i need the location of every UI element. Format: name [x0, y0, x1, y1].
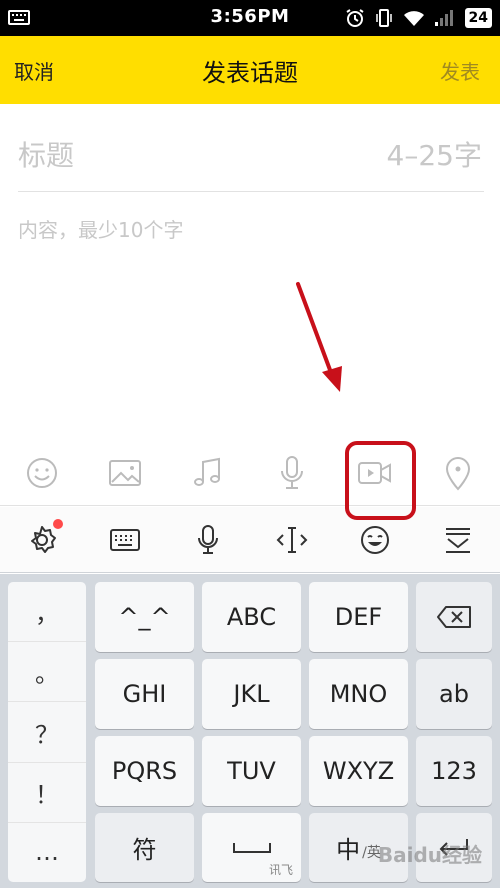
ime-keyboard: ， 。 ？ ！ … ^_^ ABC DEF GHI JKL MNO ab PQR…: [0, 574, 500, 888]
vibrate-icon: [375, 9, 392, 27]
key-pqrs[interactable]: PQRS: [95, 736, 194, 806]
key-jkl[interactable]: JKL: [202, 659, 301, 729]
symbol-key[interactable]: 符: [95, 813, 194, 882]
page-title: 发表话题: [202, 59, 298, 87]
music-icon: [194, 457, 221, 486]
punct-key[interactable]: …: [8, 823, 86, 882]
key-abc[interactable]: ABC: [202, 582, 301, 652]
punct-key[interactable]: ，: [8, 582, 86, 643]
media-toolbar: [0, 440, 500, 506]
title-placeholder: 标题: [18, 139, 75, 172]
backspace-icon: [437, 606, 471, 628]
emoji-icon: [360, 525, 389, 554]
content-field[interactable]: 内容，最少10个字: [18, 214, 183, 243]
hide-keyboard-icon: [446, 527, 471, 553]
annotation-arrow: [296, 282, 335, 380]
key-def[interactable]: DEF: [309, 582, 408, 652]
ime-hide-button[interactable]: [417, 507, 500, 572]
key-emoticon[interactable]: ^_^: [95, 582, 194, 652]
lang-sub-label: /英: [362, 844, 381, 861]
ime-toolbar: [0, 507, 500, 573]
cursor-icon: [276, 526, 308, 553]
wifi-icon: [403, 11, 424, 26]
video-button[interactable]: [333, 440, 416, 505]
ime-cursor-button[interactable]: [250, 507, 333, 572]
key-mno[interactable]: MNO: [309, 659, 408, 729]
ime-keyboard-button[interactable]: [83, 507, 166, 572]
cancel-button[interactable]: 取消: [14, 56, 54, 85]
music-button[interactable]: [167, 440, 250, 505]
notification-dot: [53, 519, 63, 529]
punct-key[interactable]: 。: [8, 642, 86, 703]
battery-indicator: 24: [464, 8, 492, 28]
ime-voice-button[interactable]: [167, 507, 250, 572]
emoji-icon: [26, 457, 57, 488]
location-icon: [446, 456, 471, 490]
space-icon: [232, 842, 271, 853]
key-tuv[interactable]: TUV: [202, 736, 301, 806]
microphone-icon: [280, 455, 303, 489]
backspace-key[interactable]: [416, 582, 492, 652]
enter-key[interactable]: [416, 813, 492, 882]
emoji-button[interactable]: [0, 440, 83, 505]
punct-key[interactable]: ？: [8, 702, 86, 763]
image-button[interactable]: [83, 440, 166, 505]
space-key[interactable]: 讯飞: [202, 813, 301, 882]
ime-emoji-button[interactable]: [333, 507, 416, 572]
publish-button[interactable]: 发表: [440, 56, 480, 85]
title-length-hint: 4–25字: [386, 139, 482, 172]
enter-icon: [439, 838, 468, 856]
punct-key[interactable]: ！: [8, 763, 86, 823]
app-header: 取消 发表话题 发表: [0, 36, 500, 104]
key-ghi[interactable]: GHI: [95, 659, 194, 729]
signal-icon: [434, 10, 453, 26]
key-number-mode[interactable]: 123: [416, 736, 492, 806]
key-alpha-mode[interactable]: ab: [416, 659, 492, 729]
location-button[interactable]: [417, 440, 500, 505]
key-wxyz[interactable]: WXYZ: [309, 736, 408, 806]
title-field[interactable]: 标题 4–25字: [18, 104, 484, 192]
settings-icon: [30, 525, 56, 553]
image-icon: [108, 459, 141, 486]
space-brand-label: 讯飞: [268, 863, 293, 877]
punctuation-column: ， 。 ？ ！ …: [8, 582, 86, 882]
arrow-head: [322, 366, 342, 392]
language-switch-key[interactable]: 中/英: [309, 813, 408, 882]
voice-button[interactable]: [250, 440, 333, 505]
video-icon: [357, 461, 391, 484]
status-bar: 3:56PM 24: [0, 0, 500, 36]
lang-main-label: 中: [336, 836, 361, 864]
ime-settings-button[interactable]: [0, 507, 83, 572]
voice-icon: [198, 524, 219, 554]
alarm-icon: [345, 9, 364, 27]
keyboard-icon: [109, 528, 140, 551]
